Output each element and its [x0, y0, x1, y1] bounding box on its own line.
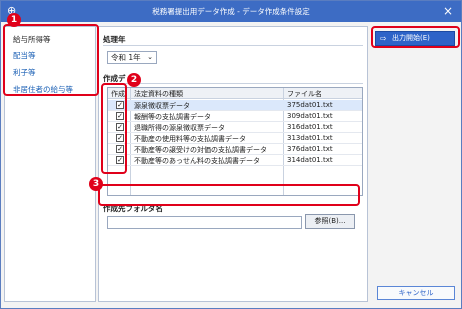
table-row[interactable]: ✓ 不動産の使用料等の支払調書データ 313dat01.txt — [108, 133, 362, 144]
cancel-button[interactable]: キャンセル — [377, 286, 455, 300]
callout-box-3 — [98, 184, 360, 206]
row-file: 313dat01.txt — [287, 134, 333, 142]
window-title: 税務署提出用データ作成 - データ作成条件設定 — [152, 7, 310, 16]
callout-badge-2: 2 — [127, 73, 141, 87]
output-folder-input[interactable] — [107, 216, 302, 229]
table-header: 作成 法定資料の種類 ファイル名 — [108, 88, 362, 99]
year-select[interactable]: 令和 1年 ⌄ — [107, 51, 157, 64]
row-type: 不動産の使用料等の支払調書データ — [134, 135, 246, 143]
col-header-type: 法定資料の種類 — [134, 90, 183, 98]
row-file: 376dat01.txt — [287, 145, 333, 153]
row-file: 314dat01.txt — [287, 156, 333, 164]
divider — [103, 45, 363, 46]
chevron-down-icon: ⌄ — [147, 53, 153, 61]
table-row[interactable]: ✓ 不動産等のあっせん料の支払調書データ 314dat01.txt — [108, 155, 362, 166]
year-select-value: 令和 1年 — [111, 53, 141, 62]
row-type: 源泉徴収票データ — [134, 102, 190, 110]
table-row[interactable]: ✓ 源泉徴収票データ 375dat01.txt — [108, 100, 362, 111]
callout-badge-3: 3 — [89, 177, 103, 191]
settings-panel: 処理年 令和 1年 ⌄ 作成デ 作成 法定資料の種類 ファイル名 ✓ 源泉徴収票… — [98, 26, 368, 302]
table-row[interactable]: ✓ 報酬等の支払調書データ 309dat01.txt — [108, 111, 362, 122]
row-type: 不動産等のあっせん料の支払調書データ — [134, 157, 260, 165]
close-icon[interactable]: × — [443, 4, 453, 18]
browse-button[interactable]: 参照(B)... — [305, 214, 355, 229]
row-file: 309dat01.txt — [287, 112, 333, 120]
row-type: 不動産等の譲受けの対価の支払調書データ — [134, 146, 267, 154]
data-table: 作成 法定資料の種類 ファイル名 ✓ 源泉徴収票データ 375dat01.txt… — [107, 87, 363, 196]
action-pane: ⇨ 出力開始(E) キャンセル — [371, 26, 460, 302]
title-bar: ⊕ 税務署提出用データ作成 - データ作成条件設定 × — [1, 1, 461, 22]
divider — [103, 83, 363, 84]
table-row[interactable]: ✓ 不動産等の譲受けの対価の支払調書データ 376dat01.txt — [108, 144, 362, 155]
table-row[interactable]: ✓ 退職所得の源泉徴収票データ 316dat01.txt — [108, 122, 362, 133]
col-header-file: ファイル名 — [287, 90, 322, 98]
row-file: 316dat01.txt — [287, 123, 333, 131]
callout-box-1 — [3, 24, 99, 96]
row-type: 報酬等の支払調書データ — [134, 113, 211, 121]
year-section-label: 処理年 — [103, 35, 126, 44]
callout-box-2 — [101, 83, 127, 174]
row-type: 退職所得の源泉徴収票データ — [134, 124, 225, 132]
callout-badge-1: 1 — [7, 13, 21, 27]
callout-box-start — [371, 26, 460, 48]
dialog-window: ⊕ 税務署提出用データ作成 - データ作成条件設定 × 給与所得等 配当等 利子… — [0, 0, 462, 309]
row-file: 375dat01.txt — [287, 101, 333, 109]
